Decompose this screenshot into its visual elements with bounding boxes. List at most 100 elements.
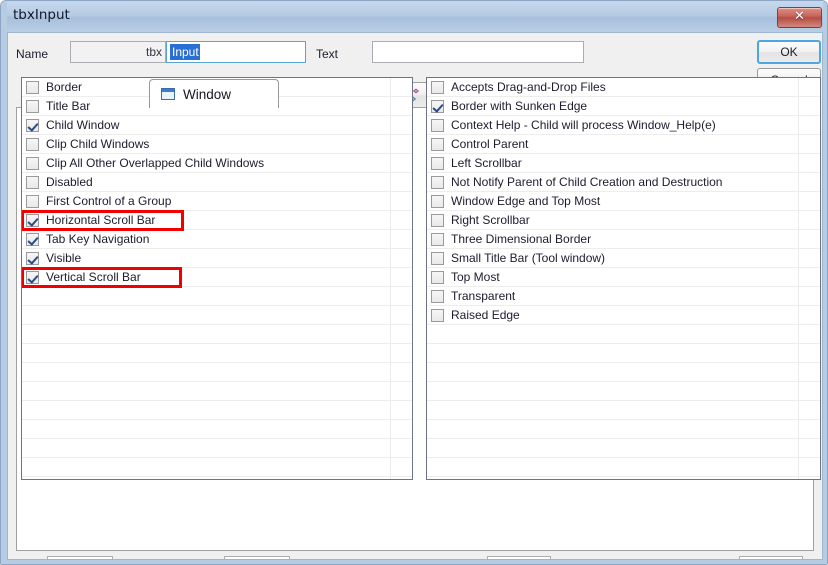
checkbox-checked-icon[interactable] [26,251,39,265]
checkbox-unchecked-icon[interactable] [26,194,39,208]
checkbox-row[interactable]: Control Parent [427,135,820,154]
checkbox-unchecked-icon[interactable] [431,232,444,246]
checkbox-unchecked-icon[interactable] [431,213,444,227]
checkbox-label: Clip All Other Overlapped Child Windows [46,156,265,170]
empty-row [427,401,820,420]
empty-row [427,420,820,439]
empty-row [22,458,412,477]
extended-styles-rows: Accepts Drag-and-Drop Files Border with S… [427,78,820,477]
checkbox-checked-icon[interactable] [26,213,39,227]
x-input[interactable]: 3 [47,556,113,564]
checkbox-unchecked-icon[interactable] [431,175,444,189]
checkbox-checked-icon[interactable] [26,270,39,284]
empty-row [22,382,412,401]
empty-row [427,382,820,401]
checkbox-row[interactable]: Raised Edge [427,306,820,325]
checkbox-row[interactable]: Vertical Scroll Bar [22,268,412,287]
empty-row [22,420,412,439]
checkbox-label: Three Dimensional Border [451,232,592,246]
window-title: tbxInput [13,7,70,23]
checkbox-label: Border with Sunken Edge [451,99,588,113]
checkbox-label: Raised Edge [451,308,520,322]
window-icon [160,86,176,102]
checkbox-row[interactable]: Transparent [427,287,820,306]
tab-window[interactable]: Window [149,79,279,108]
checkbox-row[interactable]: Window Edge and Top Most [427,192,820,211]
checkbox-unchecked-icon[interactable] [431,194,444,208]
checkbox-label: Tab Key Navigation [46,232,150,246]
checkbox-unchecked-icon[interactable] [26,137,39,151]
checkbox-unchecked-icon[interactable] [431,289,444,303]
name-prefix-field[interactable]: tbx [70,41,166,63]
checkbox-label: Border [46,80,83,94]
height-input[interactable]: 429 [739,556,803,564]
checkbox-row[interactable]: Accepts Drag-and-Drop Files [427,78,820,97]
name-input[interactable]: Input [166,41,306,63]
name-input-value: Input [170,44,200,60]
checkbox-unchecked-icon[interactable] [26,80,39,94]
checkbox-row[interactable]: Three Dimensional Border [427,230,820,249]
checkbox-unchecked-icon[interactable] [431,118,444,132]
checkbox-row[interactable]: Clip Child Windows [22,135,412,154]
checkbox-unchecked-icon[interactable] [431,308,444,322]
checkbox-unchecked-icon[interactable] [431,156,444,170]
window-styles-list[interactable]: Border Title Bar Child Window Clip Child Wi… [21,77,413,480]
checkbox-label: Right Scrollbar [451,213,530,227]
checkbox-row[interactable]: Border with Sunken Edge [427,97,820,116]
checkbox-label: Transparent [451,289,516,303]
checkbox-label: Left Scrollbar [451,156,522,170]
checkbox-label: Top Most [451,270,500,284]
checkbox-row[interactable]: Tab Key Navigation [22,230,412,249]
empty-row [22,401,412,420]
checkbox-unchecked-icon[interactable] [431,80,444,94]
y-input[interactable]: 4 [224,556,290,564]
checkbox-unchecked-icon[interactable] [431,251,444,265]
checkbox-row[interactable]: Context Help - Child will process Window… [427,116,820,135]
checkbox-checked-icon[interactable] [26,118,39,132]
checkbox-row[interactable]: Clip All Other Overlapped Child Windows [22,154,412,173]
title-bar[interactable]: tbxInput ✕ [1,1,827,32]
checkbox-label: Context Help - Child will process Window… [451,118,716,132]
checkbox-row[interactable]: Visible [22,249,412,268]
extended-styles-list[interactable]: Accepts Drag-and-Drop Files Border with S… [426,77,821,480]
checkbox-label: Small Title Bar (Tool window) [451,251,606,265]
checkbox-label: Accepts Drag-and-Drop Files [451,80,606,94]
checkbox-row[interactable]: Small Title Bar (Tool window) [427,249,820,268]
text-input[interactable] [372,41,584,63]
close-button[interactable]: ✕ [777,7,822,28]
checkbox-row[interactable]: Right Scrollbar [427,211,820,230]
checkbox-label: Vertical Scroll Bar [46,270,141,284]
geometry-bar: X 3 Y 4 Width 367 Height 429 [8,552,822,564]
checkbox-row[interactable]: Child Window [22,116,412,135]
checkbox-label: Visible [46,251,82,265]
dialog-client-area: Name tbx Input Text OK Cancel [8,33,822,564]
checkbox-row[interactable]: Not Notify Parent of Child Creation and … [427,173,820,192]
dialog-window: tbxInput ✕ Name tbx Input Text OK Cancel [0,0,828,565]
empty-row [22,306,412,325]
empty-row [427,344,820,363]
checkbox-unchecked-icon[interactable] [26,99,39,113]
text-label: Text [316,47,339,61]
checkbox-row[interactable]: Horizontal Scroll Bar [22,211,412,230]
checkbox-row[interactable]: Left Scrollbar [427,154,820,173]
empty-row [22,363,412,382]
checkbox-checked-icon[interactable] [26,232,39,246]
checkbox-row[interactable]: Top Most [427,268,820,287]
checkbox-unchecked-icon[interactable] [26,156,39,170]
empty-row [427,325,820,344]
empty-row [427,458,820,477]
close-icon: ✕ [794,9,805,24]
checkbox-row[interactable]: First Control of a Group [22,192,412,211]
width-input[interactable]: 367 [487,556,551,564]
checkbox-row[interactable]: Disabled [22,173,412,192]
checkbox-checked-icon[interactable] [431,99,444,113]
checkbox-unchecked-icon[interactable] [431,270,444,284]
empty-row [427,439,820,458]
window-styles-rows: Border Title Bar Child Window Clip Child Wi… [22,78,412,477]
checkbox-unchecked-icon[interactable] [26,175,39,189]
name-label: Name [16,47,49,61]
checkbox-unchecked-icon[interactable] [431,137,444,151]
checkbox-label: Horizontal Scroll Bar [46,213,156,227]
ok-button[interactable]: OK [757,40,821,64]
checkbox-label: Control Parent [451,137,529,151]
